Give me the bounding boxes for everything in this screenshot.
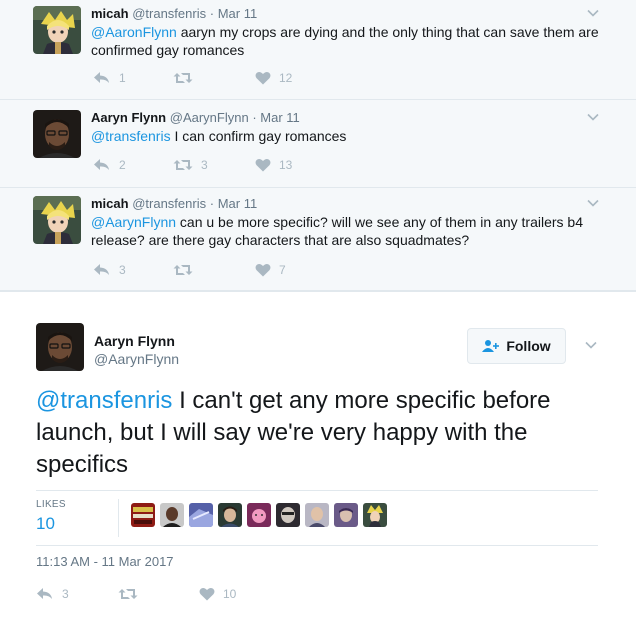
user-name[interactable]: Aaryn Flynn xyxy=(94,333,175,349)
user-handle[interactable]: @AarynFlynn xyxy=(170,110,249,125)
liker-avatar[interactable] xyxy=(363,503,387,527)
chevron-down-icon[interactable] xyxy=(584,338,598,352)
likers-list xyxy=(131,503,392,527)
reply-count: 1 xyxy=(119,71,126,85)
liker-avatar[interactable] xyxy=(189,503,213,527)
reply-tweet[interactable]: micah @transfenris · Mar 11 @AaronFlynn … xyxy=(0,0,636,100)
heart-icon xyxy=(199,587,215,601)
heart-icon xyxy=(255,71,271,85)
like-button[interactable]: 10 xyxy=(199,586,236,602)
like-count: 7 xyxy=(279,263,286,277)
tweet-text: @AarynFlynn can u be more specific? will… xyxy=(91,213,601,249)
retweet-count: 3 xyxy=(201,158,208,172)
tweet-date[interactable]: Mar 11 xyxy=(260,110,300,125)
reply-icon xyxy=(94,72,109,83)
like-button[interactable]: 12 xyxy=(255,70,292,86)
follow-label: Follow xyxy=(506,338,551,354)
tweet-stats: LIKES 10 xyxy=(36,490,598,546)
like-count: 10 xyxy=(223,587,237,601)
user-name[interactable]: micah xyxy=(91,6,129,21)
liker-avatar[interactable] xyxy=(305,503,329,527)
reply-icon xyxy=(37,588,52,599)
liker-avatar[interactable] xyxy=(276,503,300,527)
reply-tweet[interactable]: Aaryn Flynn @AarynFlynn · Mar 11 @transf… xyxy=(0,100,636,188)
reply-tweet[interactable]: micah @transfenris · Mar 11 @AarynFlynn … xyxy=(0,188,636,291)
user-name[interactable]: Aaryn Flynn xyxy=(91,110,166,125)
user-handle[interactable]: @transfenris xyxy=(132,196,206,211)
divider xyxy=(118,499,119,537)
mention-link[interactable]: @AarynFlynn xyxy=(91,214,176,230)
user-handle[interactable]: @AarynFlynn xyxy=(94,351,179,367)
tweet-body: I can confirm gay romances xyxy=(170,128,347,144)
reply-button[interactable]: 3 xyxy=(93,262,126,278)
tweet-header: micah @transfenris · Mar 11 xyxy=(91,196,257,211)
liker-avatar[interactable] xyxy=(160,503,184,527)
reply-button[interactable]: 3 xyxy=(36,586,69,602)
likes-count[interactable]: 10 xyxy=(36,514,55,534)
user-handle[interactable]: @transfenris xyxy=(132,6,206,21)
tweet-date[interactable]: Mar 11 xyxy=(218,196,258,211)
conversation-thread: micah @transfenris · Mar 11 @AaronFlynn … xyxy=(0,0,636,291)
tweet-text: @transfenris I can confirm gay romances xyxy=(91,127,601,145)
avatar[interactable] xyxy=(33,6,81,54)
chevron-down-icon[interactable] xyxy=(586,6,600,20)
liker-avatar[interactable] xyxy=(131,503,155,527)
tweet-date[interactable]: Mar 11 xyxy=(218,6,258,21)
liker-avatar[interactable] xyxy=(247,503,271,527)
liker-avatar[interactable] xyxy=(334,503,358,527)
avatar[interactable] xyxy=(33,196,81,244)
like-count: 12 xyxy=(279,71,293,85)
tweet-header: micah @transfenris · Mar 11 xyxy=(91,6,257,21)
retweet-icon xyxy=(173,73,193,83)
mention-link[interactable]: @AaronFlynn xyxy=(91,24,177,40)
separator: · xyxy=(209,196,215,211)
tweet-text: @AaronFlynn aaryn my crops are dying and… xyxy=(91,23,601,59)
avatar[interactable] xyxy=(33,110,81,158)
reply-button[interactable]: 2 xyxy=(93,157,126,173)
avatar[interactable] xyxy=(36,323,84,371)
like-button[interactable]: 13 xyxy=(255,157,292,173)
follow-button[interactable]: Follow xyxy=(467,328,566,364)
retweet-icon xyxy=(173,160,193,170)
separator: · xyxy=(209,6,215,21)
mention-link[interactable]: @transfenris xyxy=(91,128,171,144)
tweet-timestamp[interactable]: 11:13 AM - 11 Mar 2017 xyxy=(36,554,174,569)
tweet-header: Aaryn Flynn @AarynFlynn · Mar 11 xyxy=(91,110,300,125)
liker-avatar[interactable] xyxy=(218,503,242,527)
user-name[interactable]: micah xyxy=(91,196,129,211)
tweet-text: @transfenris I can't get any more specif… xyxy=(36,385,596,481)
retweet-button[interactable] xyxy=(173,70,201,86)
like-button[interactable]: 7 xyxy=(255,262,286,278)
add-user-icon xyxy=(482,340,500,352)
retweet-icon xyxy=(118,589,138,599)
main-tweet: Aaryn Flynn @AarynFlynn Follow @transfen… xyxy=(0,291,636,623)
retweet-icon xyxy=(173,265,193,275)
like-count: 13 xyxy=(279,158,293,172)
mention-link[interactable]: @transfenris xyxy=(36,387,172,414)
retweet-button[interactable] xyxy=(173,262,201,278)
reply-count: 2 xyxy=(119,158,126,172)
reply-button[interactable]: 1 xyxy=(93,70,126,86)
retweet-button[interactable] xyxy=(118,586,146,602)
heart-icon xyxy=(255,263,271,277)
likes-label: LIKES xyxy=(36,499,66,510)
reply-icon xyxy=(94,264,109,275)
chevron-down-icon[interactable] xyxy=(586,110,600,124)
reply-icon xyxy=(94,159,109,170)
reply-count: 3 xyxy=(119,263,126,277)
separator: · xyxy=(252,110,257,125)
chevron-down-icon[interactable] xyxy=(586,196,600,210)
retweet-button[interactable]: 3 xyxy=(173,157,208,173)
heart-icon xyxy=(255,158,271,172)
reply-count: 3 xyxy=(62,587,69,601)
